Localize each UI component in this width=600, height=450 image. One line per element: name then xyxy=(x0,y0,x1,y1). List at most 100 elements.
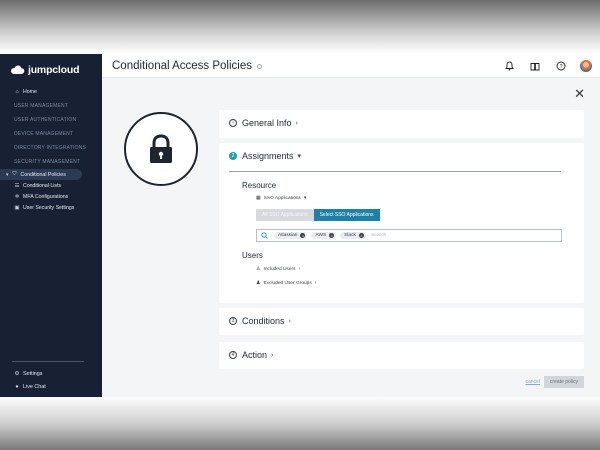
sidebar-item-label: Home xyxy=(23,88,37,95)
sidebar-item-label: Settings xyxy=(23,370,43,377)
chip-atlassian: Atlassian × xyxy=(274,232,308,239)
remove-chip-icon[interactable]: × xyxy=(329,233,335,238)
remove-chip-icon[interactable]: × xyxy=(300,233,306,238)
logo[interactable]: jumpcloud xyxy=(0,54,102,78)
sidebar-item-user-security-settings[interactable]: ▣ User Security Settings xyxy=(0,202,102,213)
sidebar-section-label: DIRECTORY INTEGRATIONS xyxy=(14,145,87,151)
sidebar-bottom: ⚙ Settings ● Live Chat xyxy=(0,367,102,393)
general-info-panel[interactable]: i General Info › xyxy=(219,110,584,138)
chip-label: AWS xyxy=(315,233,327,238)
home-icon: ⌂ xyxy=(15,88,19,95)
lock-icon xyxy=(150,134,172,163)
sidebar-item-mfa-configurations[interactable]: ✲ MFA Configurations xyxy=(0,191,102,202)
chevron-right-icon: › xyxy=(271,351,274,359)
sidebar-item-live-chat[interactable]: ● Live Chat xyxy=(0,380,102,393)
sidebar-section-label: USER AUTHENTICATION xyxy=(14,117,77,123)
chevron-right-icon: › xyxy=(288,317,291,325)
sso-search-input[interactable]: Atlassian × AWS × Slack × Search xyxy=(256,229,562,242)
sidebar-item-conditional-lists[interactable]: ☰ Conditional Lists xyxy=(0,180,102,191)
panel-title: General Info xyxy=(242,118,292,128)
close-icon[interactable]: ✕ xyxy=(574,87,585,100)
step-indicator: 2 xyxy=(229,152,237,160)
footer-actions: cancel create policy xyxy=(525,376,584,388)
svg-text:?: ? xyxy=(559,64,562,70)
chip-label: Slack xyxy=(344,233,356,238)
page-title: Conditional Access Policies xyxy=(112,59,252,72)
chevron-right-icon: › xyxy=(295,119,298,127)
chip-aws: AWS × xyxy=(311,232,337,239)
user-security-icon: ▣ xyxy=(14,204,20,211)
search-placeholder: Search xyxy=(370,233,387,238)
topbar: Conditional Access Policies ? xyxy=(102,54,600,78)
topbar-icons: ? xyxy=(496,54,600,78)
search-icon xyxy=(261,232,268,239)
sidebar-section-device-management[interactable]: DEVICE MANAGEMENT xyxy=(0,127,102,141)
sidebar-section-label: SECURITY MANAGEMENT xyxy=(14,159,81,165)
avatar[interactable] xyxy=(580,60,592,72)
dropdown-label: SSO Applications xyxy=(263,195,301,201)
sidebar-section-directory-integrations[interactable]: DIRECTORY INTEGRATIONS xyxy=(0,141,102,155)
sidebar-item-conditional-policies[interactable]: ▾ ⛉ Conditional Policies xyxy=(0,169,82,180)
sidebar-section-user-management[interactable]: USER MANAGEMENT xyxy=(0,99,102,113)
chip-label: Atlassian xyxy=(278,233,298,238)
conditions-header[interactable]: 3 Conditions › xyxy=(219,308,584,334)
panel-title: Conditions xyxy=(242,316,285,326)
assignments-panel: 2 Assignments ▾ Resource ▦ SSO Applicati… xyxy=(219,143,584,303)
main-content: Conditional Access Policies ? ✕ i Genera… xyxy=(102,54,600,397)
sidebar-section-label: DEVICE MANAGEMENT xyxy=(14,131,74,137)
sidebar-item-settings[interactable]: ⚙ Settings xyxy=(0,367,102,380)
users-title: Users xyxy=(242,251,263,260)
sidebar-item-label: MFA Configurations xyxy=(23,193,69,200)
help-icon[interactable]: ? xyxy=(548,54,574,78)
step-indicator: i xyxy=(229,119,237,127)
remove-chip-icon[interactable]: × xyxy=(358,233,364,238)
lock-illustration xyxy=(124,112,198,186)
sidebar-item-label: Live Chat xyxy=(23,383,46,390)
conditions-panel[interactable]: 3 Conditions › xyxy=(219,308,584,335)
sidebar-section-security-management[interactable]: SECURITY MANAGEMENT xyxy=(0,155,102,169)
chevron-down-icon: ▾ xyxy=(303,195,307,201)
toggle-select-sso-applications[interactable]: Select SSO Applications xyxy=(313,209,380,221)
panel-title: Assignments xyxy=(242,151,294,161)
chevron-down-icon: ▾ xyxy=(297,153,302,160)
sidebar-nav: ⌂ Home USER MANAGEMENT USER AUTHENTICATI… xyxy=(0,86,102,213)
app-window: jumpcloud ⌂ Home USER MANAGEMENT USER AU… xyxy=(0,54,600,397)
included-users-link[interactable]: ♙ Included Users › xyxy=(256,266,303,272)
included-users-label: Included Users xyxy=(263,266,296,272)
group-icon: ♟ xyxy=(256,280,261,286)
book-icon[interactable] xyxy=(522,54,548,78)
sso-scope-toggle: All SSO Applications Select SSO Applicat… xyxy=(256,209,380,221)
sso-applications-dropdown[interactable]: ▦ SSO Applications ▾ xyxy=(256,195,309,201)
user-icon: ♙ xyxy=(256,266,261,272)
cloud-icon xyxy=(11,65,25,74)
cancel-button[interactable]: cancel xyxy=(525,379,539,385)
step-indicator: 4 xyxy=(229,351,237,359)
panel-title: Action xyxy=(242,350,268,360)
sidebar-divider xyxy=(12,361,84,362)
step-indicator: 3 xyxy=(229,317,237,325)
sidebar-section-user-authentication[interactable]: USER AUTHENTICATION xyxy=(0,113,102,127)
action-header[interactable]: 4 Action › xyxy=(219,342,584,368)
chip-slack: Slack × xyxy=(340,232,366,239)
list-icon: ☰ xyxy=(14,182,20,189)
sidebar-item-home[interactable]: ⌂ Home xyxy=(0,86,102,97)
general-info-header[interactable]: i General Info › xyxy=(219,110,584,136)
assignments-divider xyxy=(229,171,561,172)
action-panel[interactable]: 4 Action › xyxy=(219,342,584,369)
resource-title: Resource xyxy=(242,181,277,190)
shield-icon: ⛉ xyxy=(12,171,17,177)
chat-icon: ● xyxy=(15,383,19,390)
sidebar-item-label: Conditional Lists xyxy=(23,182,62,189)
sidebar-item-label: User Security Settings xyxy=(23,204,75,211)
bell-icon[interactable] xyxy=(496,54,522,78)
create-policy-button[interactable]: create policy xyxy=(543,376,584,388)
info-icon[interactable] xyxy=(257,63,262,69)
sidebar-section-label: USER MANAGEMENT xyxy=(14,103,69,109)
logo-text: jumpcloud xyxy=(28,63,80,76)
toggle-all-sso-applications[interactable]: All SSO Applications xyxy=(256,209,314,221)
excluded-user-groups-link[interactable]: ♟ Excluded User Groups › xyxy=(256,280,319,286)
grid-icon: ▦ xyxy=(256,195,261,201)
excluded-user-groups-label: Excluded User Groups xyxy=(263,280,312,286)
mfa-icon: ✲ xyxy=(14,193,20,200)
assignments-header[interactable]: 2 Assignments ▾ xyxy=(219,143,584,169)
